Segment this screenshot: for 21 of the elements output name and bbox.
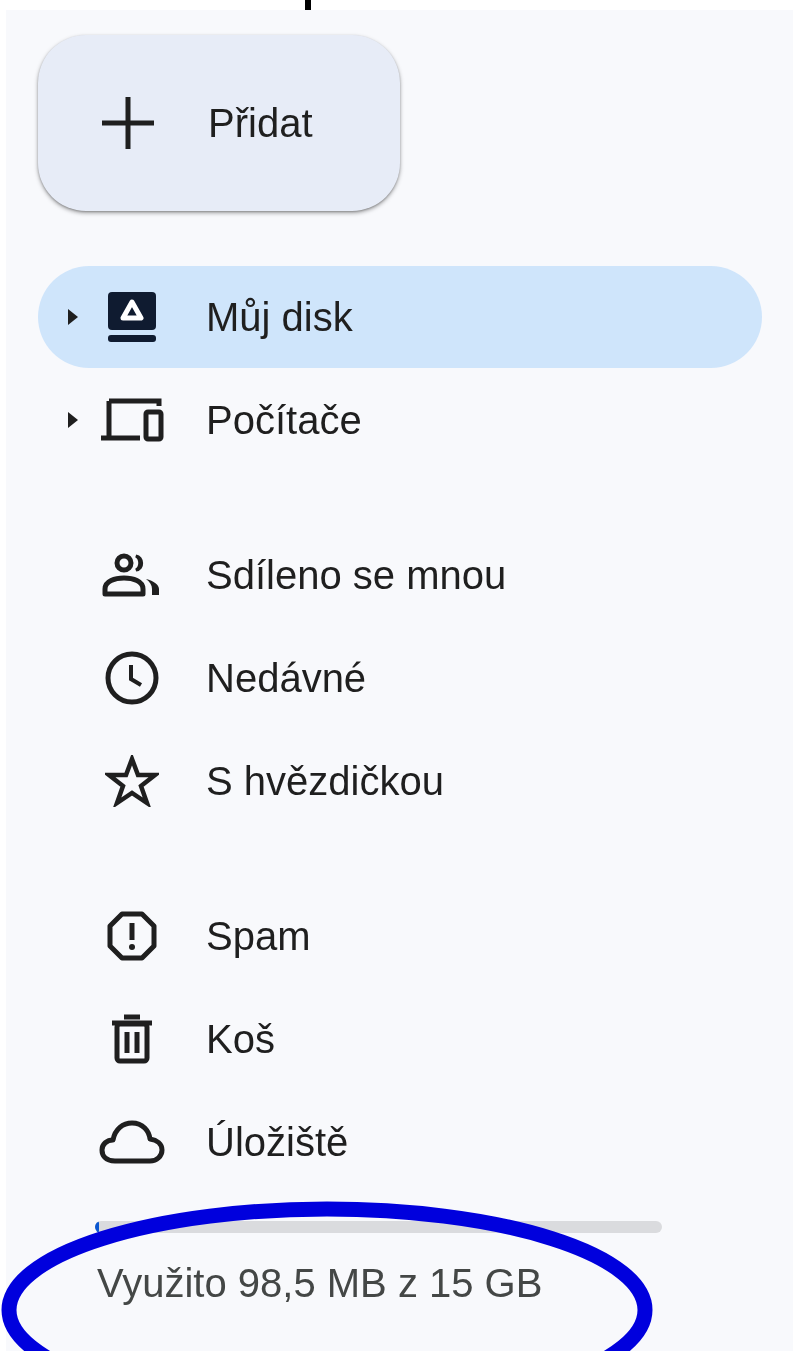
nav-item[interactable]: Můj disk [38, 266, 762, 368]
clock-icon [104, 650, 160, 706]
devices-icon [100, 398, 164, 442]
nav-item[interactable]: Počítače [38, 369, 762, 471]
people-icon [102, 553, 162, 597]
star-icon [105, 755, 159, 807]
caret-icon[interactable] [68, 309, 78, 325]
cloud-icon [99, 1119, 165, 1165]
storage-usage: Využito 98,5 MB z 15 GB [97, 1260, 544, 1306]
new-button[interactable]: Přidat [38, 35, 400, 211]
nav-item[interactable]: S hvězdičkou [38, 730, 762, 832]
trash-icon [110, 1014, 154, 1064]
nav-item[interactable]: Úložiště [38, 1091, 762, 1193]
caret-icon[interactable] [68, 412, 78, 428]
nav-item[interactable]: Nedávné [38, 627, 762, 729]
drive-icon [106, 290, 158, 344]
warning-icon [107, 911, 157, 961]
nav-item[interactable]: Sdíleno se mnou [38, 524, 762, 626]
nav-item[interactable]: Spam [38, 885, 762, 987]
plus-icon [100, 95, 156, 151]
nav-item[interactable]: Koš [38, 988, 762, 1090]
